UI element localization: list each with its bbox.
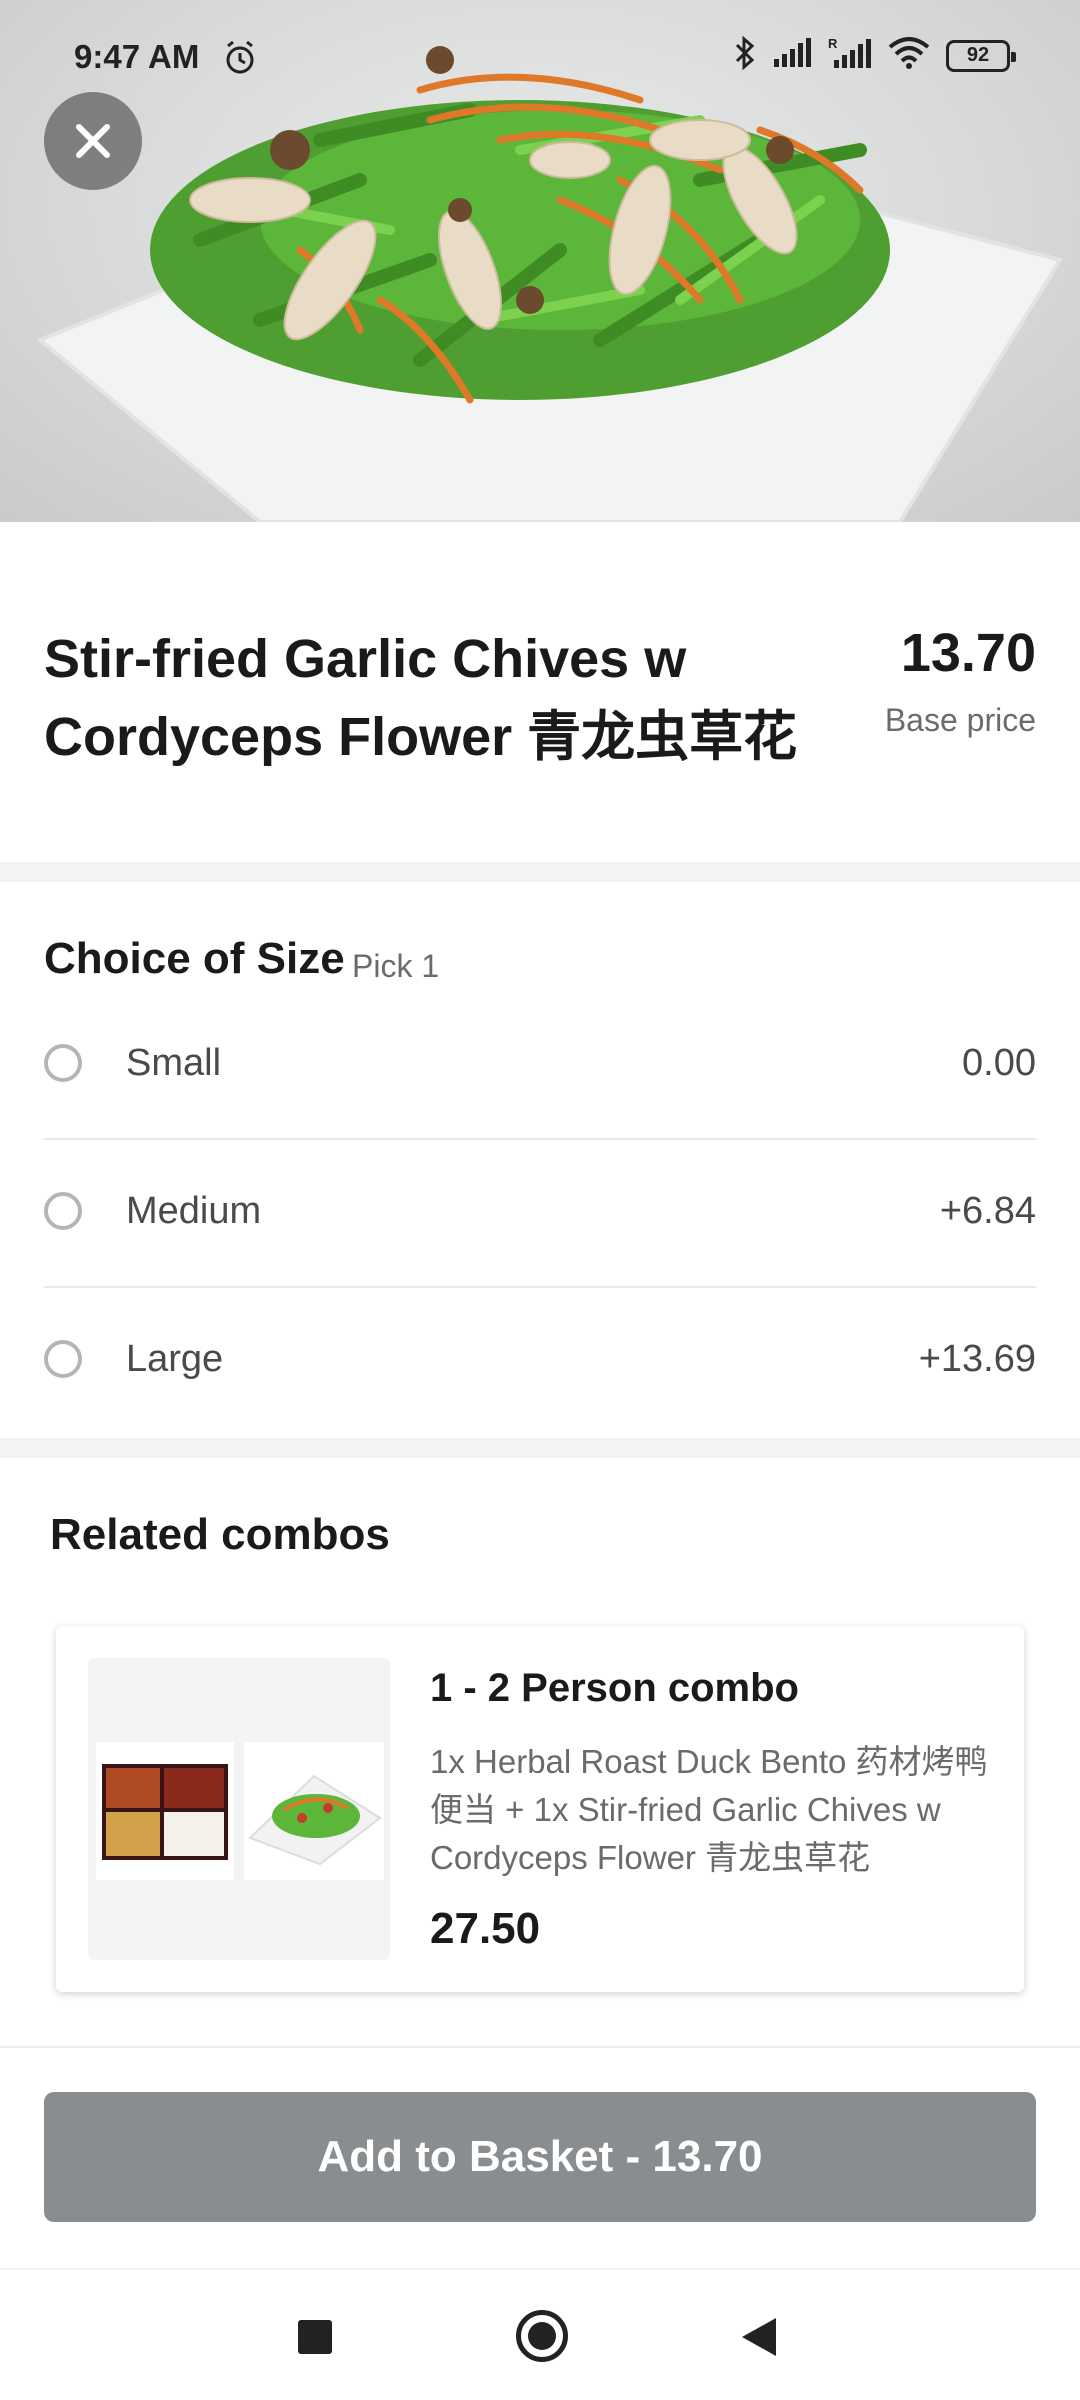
size-pick-hint: Pick 1 [352, 948, 440, 984]
size-option-label: Medium [126, 1190, 262, 1232]
size-option-label: Small [126, 1042, 222, 1084]
close-icon [76, 124, 110, 158]
add-to-basket-button[interactable]: Add to Basket - 13.70 [44, 2092, 1036, 2222]
close-button[interactable] [44, 92, 142, 190]
combo-card[interactable]: 1 - 2 Person combo 1x Herbal Roast Duck … [56, 1626, 1024, 1992]
size-option-price: +6.84 [939, 1190, 1036, 1232]
combo-photo [96, 1742, 384, 1880]
alarm-icon [222, 40, 258, 81]
item-name: Stir-fried Garlic Chives w Cordyceps Flo… [44, 629, 798, 767]
combo-image [88, 1658, 390, 1960]
system-nav-bar [0, 2268, 1080, 2400]
item-price: 13.70 [900, 623, 1036, 683]
size-section-title: Choice of Size [44, 934, 345, 983]
signal-icon [772, 37, 812, 74]
section-divider [0, 1438, 1080, 1458]
size-option-small[interactable]: Small 0.00 [44, 992, 1036, 1140]
size-option-price: 0.00 [962, 1042, 1036, 1084]
home-icon[interactable] [516, 2310, 568, 2362]
bottom-action-bar: Add to Basket - 13.70 [0, 2046, 1080, 2268]
size-option-label: Large [126, 1338, 224, 1380]
section-divider [0, 862, 1080, 882]
battery-icon: 92 [946, 39, 1016, 72]
back-icon[interactable] [742, 2318, 776, 2356]
svg-text:R: R [828, 36, 838, 51]
size-option-large[interactable]: Large +13.69 [44, 1288, 1036, 1436]
size-option-price: +13.69 [918, 1338, 1036, 1380]
radio-button[interactable] [44, 1340, 82, 1378]
radio-button[interactable] [44, 1044, 82, 1082]
combo-name: 1 - 2 Person combo [430, 1666, 799, 1710]
wifi-icon [888, 37, 930, 74]
status-bar: 9:47 AM R 92 [0, 0, 1080, 118]
related-combos-section: Related combos 1 - 2 Person combo 1x Her… [0, 1458, 1080, 2038]
related-combos-heading: Related combos [50, 1510, 390, 1559]
base-price-label: Base price [884, 702, 1036, 738]
size-option-medium[interactable]: Medium +6.84 [44, 1140, 1036, 1288]
status-time: 9:47 AM [74, 38, 200, 75]
bluetooth-icon [734, 35, 756, 75]
radio-button[interactable] [44, 1192, 82, 1230]
combo-description: 1x Herbal Roast Duck Bento 药材烤鸭便当 + 1x S… [430, 1743, 988, 1876]
size-options-section: Choice of Size Pick 1 Small 0.00 Medium … [0, 882, 1080, 1440]
combo-price: 27.50 [430, 1904, 541, 1953]
signal-roaming-icon: R [828, 36, 872, 75]
recents-icon[interactable] [298, 2320, 332, 2354]
item-header: Stir-fried Garlic Chives w Cordyceps Flo… [0, 522, 1080, 862]
